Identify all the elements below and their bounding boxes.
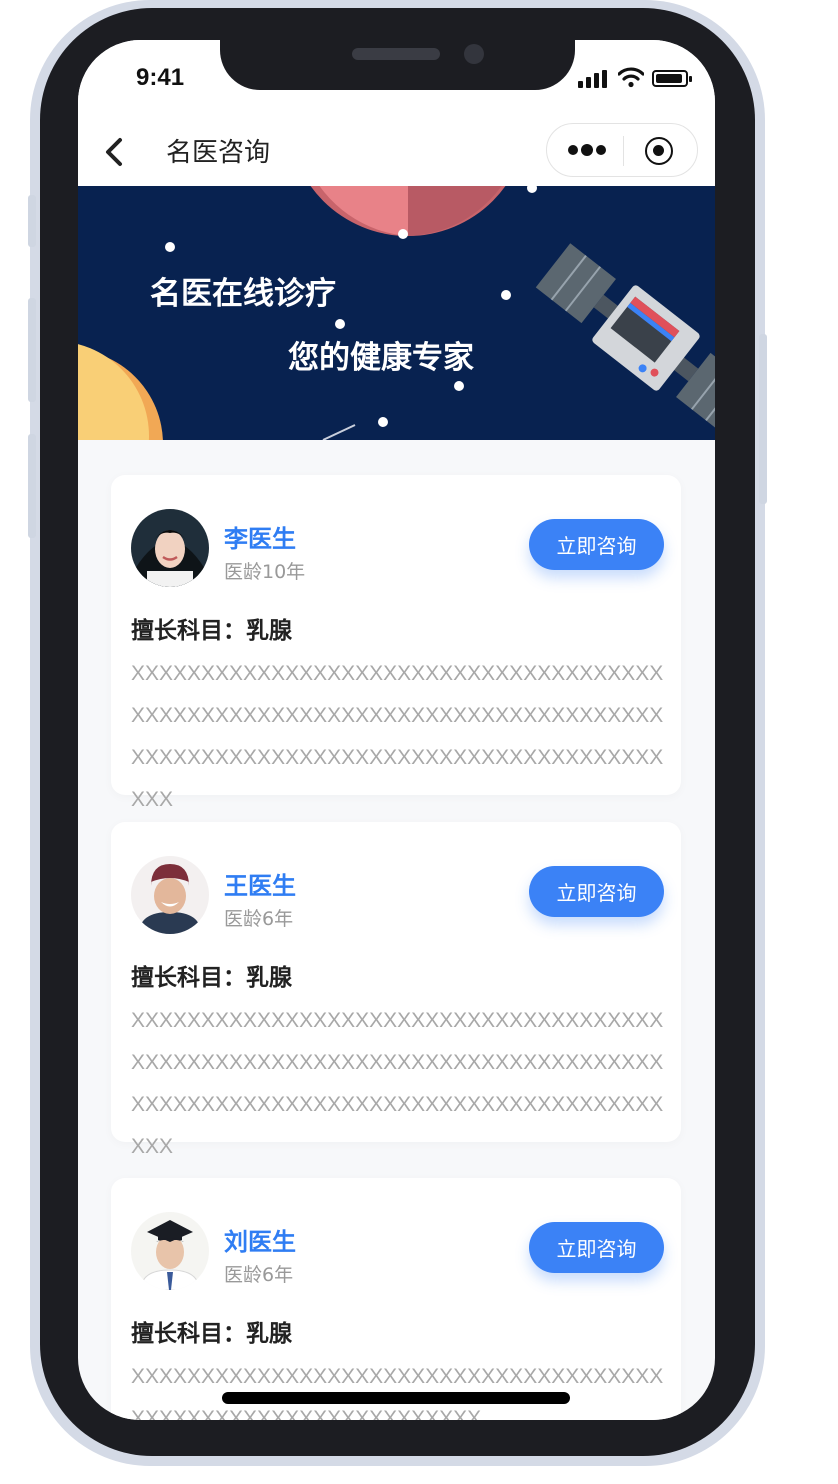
doctor-experience: 医龄10年: [224, 561, 306, 583]
back-arrow-icon[interactable]: [100, 134, 130, 170]
front-camera: [464, 44, 484, 64]
doctor-name: 刘医生: [224, 1228, 296, 1256]
close-miniprogram-icon[interactable]: [645, 137, 673, 165]
banner-title: 名医在线诊疗: [150, 276, 336, 312]
battery-icon: [652, 70, 692, 87]
doctor-avatar: [131, 856, 209, 934]
doctor-name: 李医生: [224, 525, 296, 553]
doctor-name: 王医生: [224, 872, 296, 900]
doctor-experience: 医龄6年: [224, 908, 294, 930]
consult-button[interactable]: 立即咨询: [529, 866, 664, 917]
consult-button[interactable]: 立即咨询: [529, 1222, 664, 1273]
phone-screen: 9:41 名医咨询 名医在线诊疗 您的健康专家 李医生 医龄10年 立即咨询 擅…: [78, 40, 715, 1420]
doctor-experience: 医龄6年: [224, 1264, 294, 1286]
doctor-description: XXXXXXXXXXXXXXXXXXXXXXXXXXXXXXXXXXXXXXXX…: [131, 1365, 664, 1420]
banner-subtitle: 您的健康专家: [288, 340, 474, 376]
doctor-card: 王医生 医龄6年 立即咨询 擅长科目：乳腺 XXXXXXXXXXXXXXXXXX…: [111, 822, 681, 1158]
page: 9:41 名医咨询 名医在线诊疗 您的健康专家 李医生 医龄10年 立即咨询 擅…: [0, 0, 838, 1484]
phone-notch: [220, 40, 575, 90]
doctor-card: 李医生 医龄10年 立即咨询 擅长科目：乳腺 XXXXXXXXXXXXXXXXX…: [111, 475, 681, 811]
wifi-icon: [618, 67, 644, 88]
doctor-avatar: [131, 509, 209, 587]
nav-bar: 名医咨询: [78, 120, 715, 186]
miniprogram-capsule: [546, 123, 698, 177]
doctor-description: XXXXXXXXXXXXXXXXXXXXXXXXXXXXXXXXXXXXXXXX…: [131, 1009, 664, 1158]
doctor-description: XXXXXXXXXXXXXXXXXXXXXXXXXXXXXXXXXXXXXXXX…: [131, 662, 664, 811]
speaker-grille: [352, 48, 440, 60]
space-illustration: [78, 186, 715, 440]
doctor-card: 刘医生 医龄6年 立即咨询 擅长科目：乳腺 XXXXXXXXXXXXXXXXXX…: [111, 1178, 681, 1420]
phone-silent-switch: [28, 195, 36, 247]
more-dots-icon[interactable]: [567, 138, 607, 162]
doctor-specialty: 擅长科目：乳腺: [131, 1321, 292, 1347]
home-indicator[interactable]: [222, 1392, 570, 1404]
doctor-specialty: 擅长科目：乳腺: [131, 618, 292, 644]
doctor-specialty: 擅长科目：乳腺: [131, 965, 292, 991]
page-title: 名医咨询: [166, 138, 271, 168]
phone-power-button: [759, 334, 767, 504]
signal-icon: [578, 70, 608, 88]
status-time: 9:41: [136, 64, 185, 91]
capsule-divider: [623, 136, 624, 166]
phone-volume-up: [28, 298, 36, 402]
doctor-avatar: [131, 1212, 209, 1290]
consult-button[interactable]: 立即咨询: [529, 519, 664, 570]
phone-volume-down: [28, 434, 36, 538]
hero-banner: 名医在线诊疗 您的健康专家: [78, 186, 715, 440]
